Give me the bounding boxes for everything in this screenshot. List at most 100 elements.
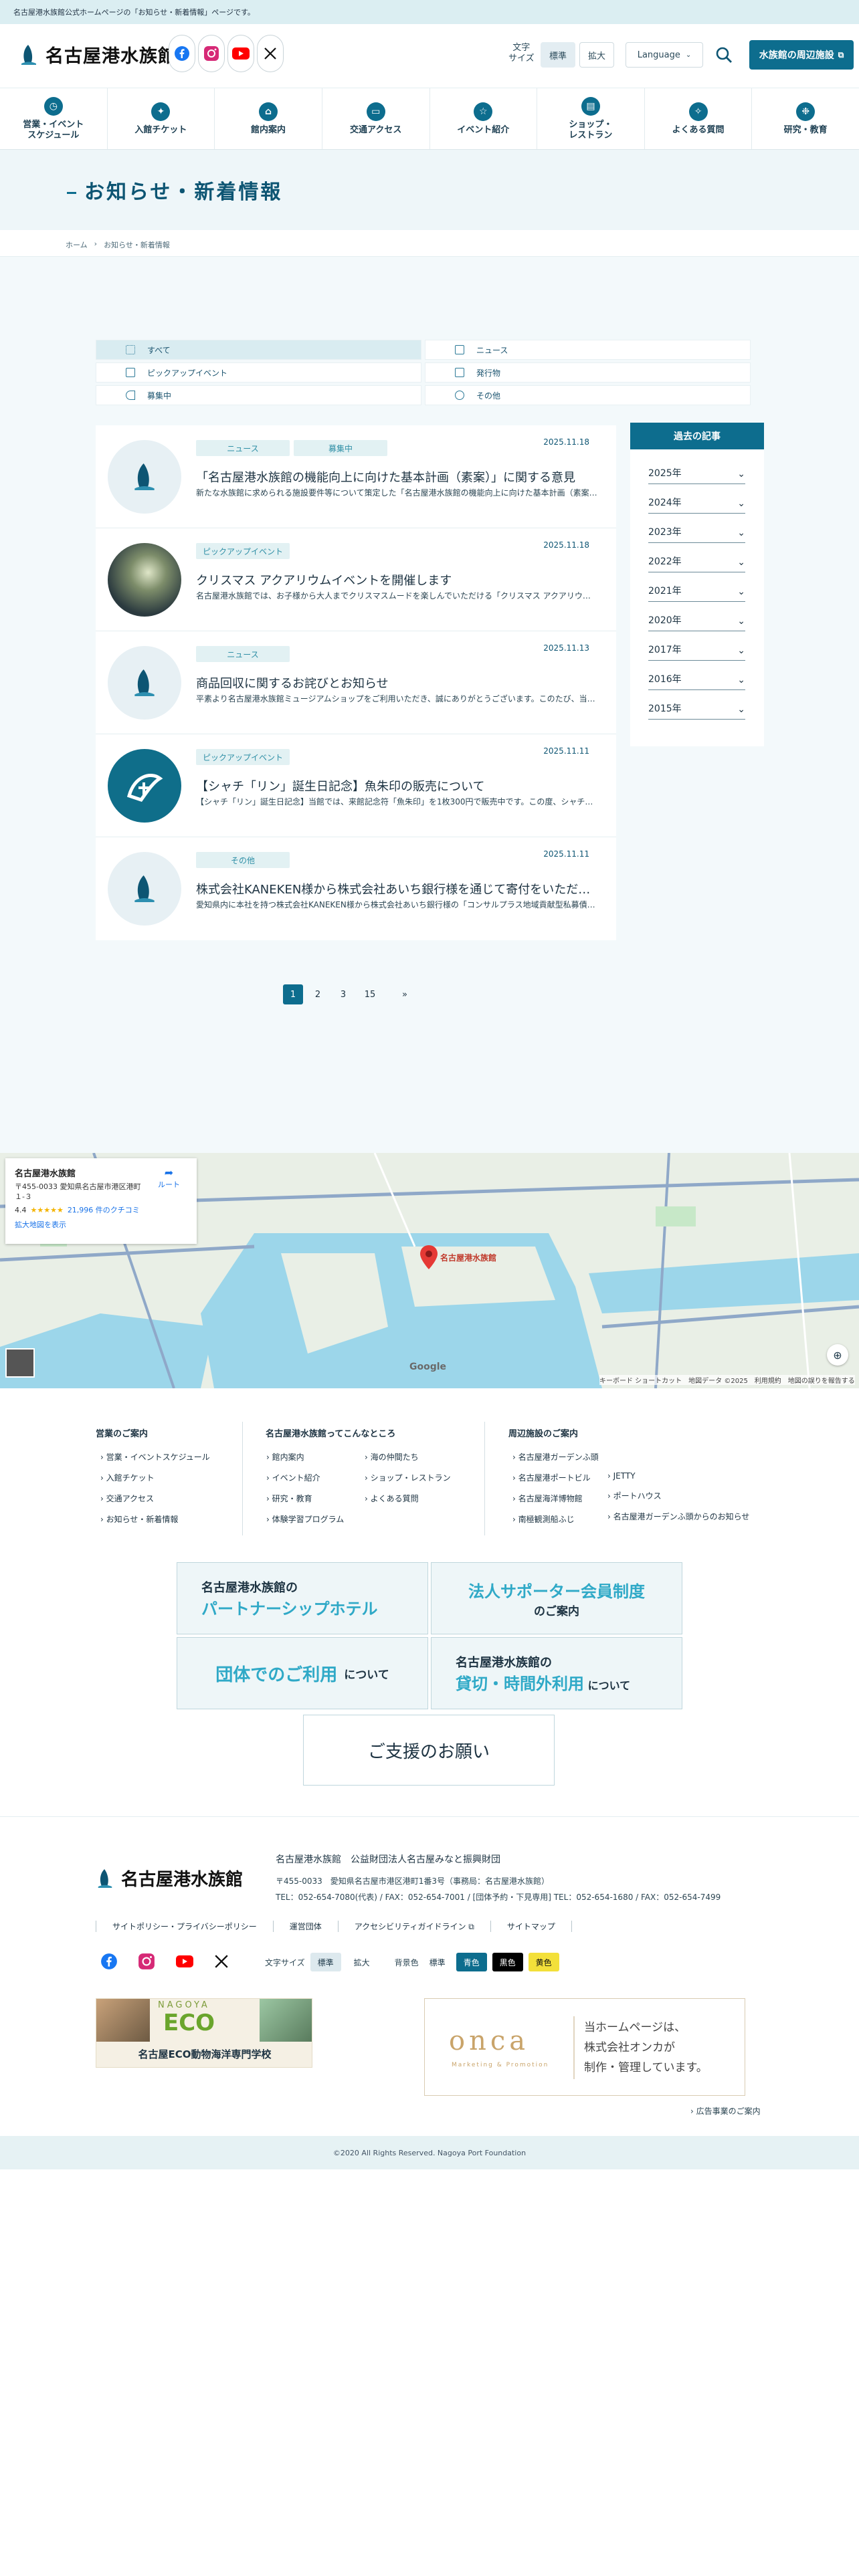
nav-item-schedule[interactable]: ◷ 営業・イベント スケジュール [0,88,108,149]
page-2-button[interactable]: 2 [310,984,326,1004]
instagram-link[interactable] [198,35,225,72]
map-pin[interactable]: 名古屋港水族館 [420,1245,496,1269]
nav-item-events[interactable]: ☆ イベント紹介 [430,88,538,149]
filter-recruit[interactable]: 募集中 [96,385,421,405]
list-item[interactable]: ニュース 募集中 2025.11.18 「名古屋港水族館の機能向上に向けた基本計… [96,425,616,528]
footer-link[interactable]: › ショップ・レストラン [365,1472,451,1483]
footer-link[interactable]: › 館内案内 [266,1451,344,1463]
archive-year-select[interactable]: 2016年 ⌄ [648,669,745,690]
corporate-supporter-banner[interactable]: 法人サポーター会員制度 のご案内 [431,1562,682,1634]
footer-link[interactable]: › 名古屋港ガーデンふ頭 [512,1451,599,1463]
map-layer-toggle[interactable] [5,1348,35,1378]
nav-item-ticket[interactable]: ✦ 入館チケット [108,88,215,149]
footer-link[interactable]: › 名古屋港ポートビル [512,1472,599,1483]
eco-school-banner[interactable]: NAGOYA ECO 名古屋ECO動物海洋専門学校 [96,1998,312,2068]
archive-year-select[interactable]: 2021年 ⌄ [648,580,745,602]
archive-year-select[interactable]: 2023年 ⌄ [648,522,745,543]
youtube-link[interactable] [227,35,254,72]
footer-link[interactable]: › JETTY [607,1471,749,1481]
nav-item-faq[interactable]: ✧ よくある質問 [645,88,753,149]
footer-link[interactable]: › 研究・教育 [266,1493,344,1504]
partnership-hotel-banner[interactable]: 名古屋港水族館の パートナーシップホテル [177,1562,428,1634]
archive-year-select[interactable]: 2020年 ⌄ [648,610,745,631]
archive-year-select[interactable]: 2024年 ⌄ [648,492,745,514]
student-photo [96,1999,150,2042]
instagram-icon[interactable] [138,1953,155,1970]
support-request-banner[interactable]: ご支援のお願い [303,1715,555,1786]
list-item[interactable]: ピックアップイベント 2025.11.11 【シャチ「リン」誕生日記念】魚朱印の… [96,734,616,837]
nav-item-shop[interactable]: ▤ ショップ・ レストラン [537,88,645,149]
youtube-icon[interactable] [175,1955,194,1968]
page-3-button[interactable]: 3 [335,984,351,1004]
font-large-button[interactable]: 拡大 [346,1953,377,1971]
footer-link[interactable]: › 入館チケット [100,1472,210,1483]
map-route-button[interactable]: ➦ ルート [158,1166,180,1190]
filter-pickup[interactable]: ピックアップイベント [96,362,421,383]
page-15-button[interactable]: 15 [360,984,380,1004]
ad-business-link[interactable]: › 広告事業のご案内 [690,2105,761,2117]
footer-link[interactable]: › イベント紹介 [266,1472,344,1483]
archive-year-select[interactable]: 2025年 ⌄ [648,463,745,484]
footer-link[interactable]: › ポートハウス [607,1490,749,1501]
footer-link[interactable]: › 海の仲間たち [365,1451,451,1463]
bg-standard-button[interactable]: 標準 [423,1953,451,1971]
footer-link[interactable]: › 営業・イベントスケジュール [100,1451,210,1463]
footer-link[interactable]: › よくある質問 [365,1493,451,1504]
site-logo[interactable]: 名古屋港水族館 [19,41,177,68]
onca-banner[interactable]: onca Marketing & Promotion 当ホームページは、 株式会… [424,1998,745,2096]
archive-year-select[interactable]: 2017年 ⌄ [648,639,745,661]
map-reviews-link[interactable]: 21,996 件のクチコミ [68,1204,140,1215]
nav-label: よくある質問 [672,124,725,135]
map-rating: 4.4 [15,1205,27,1214]
private-rental-banner[interactable]: 名古屋港水族館の 貸切・時間外利用 について [431,1637,682,1709]
nav-item-guide[interactable]: ⌂ 館内案内 [215,88,322,149]
footer-link[interactable]: › 名古屋海洋博物館 [512,1493,599,1504]
font-standard-button[interactable]: 標準 [310,1953,341,1971]
filter-all[interactable]: すべて [96,340,421,360]
footer-policy-link[interactable]: アクセシビリティガイドライン ⧉ [337,1921,490,1932]
footer-link[interactable]: › 交通アクセス [100,1493,210,1504]
map-enlarge-link[interactable]: 拡大地図を表示 [15,1219,187,1230]
filter-released[interactable]: 発行物 [425,362,751,383]
font-large-button[interactable]: 拡大 [579,42,614,68]
map-credits[interactable]: キーボード ショートカット 地図データ ©2025 利用規約 地図の誤りを報告す… [599,1375,855,1385]
x-icon[interactable] [214,1954,229,1969]
footer-policy-link[interactable]: サイトマップ [490,1921,572,1932]
nav-item-research[interactable]: ❉ 研究・教育 [752,88,859,149]
bg-yellow-button[interactable]: 黄色 [528,1953,559,1971]
footer-link[interactable]: › 名古屋港ガーデンふ頭からのお知らせ [607,1511,749,1522]
footer-link[interactable]: › お知らせ・新着情報 [100,1513,210,1525]
font-standard-button[interactable]: 標準 [541,42,575,68]
grid-icon [126,345,135,354]
archive-year-select[interactable]: 2022年 ⌄ [648,551,745,572]
search-button[interactable] [709,40,739,70]
x-link[interactable] [257,35,284,72]
map-location-button[interactable]: ⊕ [827,1344,848,1366]
facebook-icon[interactable] [100,1953,118,1970]
filter-other[interactable]: その他 [425,385,751,405]
filter-news[interactable]: ニュース [425,340,751,360]
footer-link-text: ショップ・レストラン [370,1473,451,1483]
facebook-link[interactable] [169,35,195,72]
list-item[interactable]: ニュース 2025.11.13 商品回収に関するお詫びとお知らせ 平素より名古屋… [96,631,616,734]
footer-link[interactable]: › 体験学習プログラム [266,1513,344,1525]
footer-link-text: 名古屋港ポートビル [518,1473,591,1483]
footer-policy-link[interactable]: 運営団体 [272,1921,338,1932]
nav-label: ショップ・ レストラン [569,119,613,140]
footer-logo[interactable]: 名古屋港水族館 [96,1866,243,1891]
list-item[interactable]: ピックアップイベント 2025.11.18 クリスマス アクアリウムイベントを開… [96,528,616,631]
bg-black-button[interactable]: 黒色 [492,1953,523,1971]
bg-blue-button[interactable]: 青色 [456,1953,487,1971]
banner-text: 名古屋港水族館の [456,1655,552,1670]
next-page-button[interactable]: » [395,984,415,1004]
footer-policy-link[interactable]: サイトポリシー・プライバシーポリシー [96,1921,273,1932]
breadcrumb-home[interactable]: ホーム [66,239,88,250]
footer-link[interactable]: › 南極観測船ふじ [512,1513,599,1525]
nearby-facilities-button[interactable]: 水族館の周辺施設 ⧉ [749,40,854,70]
nav-item-access[interactable]: ▭ 交通アクセス [322,88,430,149]
page-1-button[interactable]: 1 [283,984,303,1004]
group-use-banner[interactable]: 団体でのご利用 について [177,1637,428,1709]
archive-year-select[interactable]: 2015年 ⌄ [648,698,745,720]
list-item[interactable]: その他 2025.11.11 株式会社KANEKEN様から株式会社あいち銀行様を… [96,837,616,940]
language-select[interactable]: Language ⌄ [626,42,703,68]
